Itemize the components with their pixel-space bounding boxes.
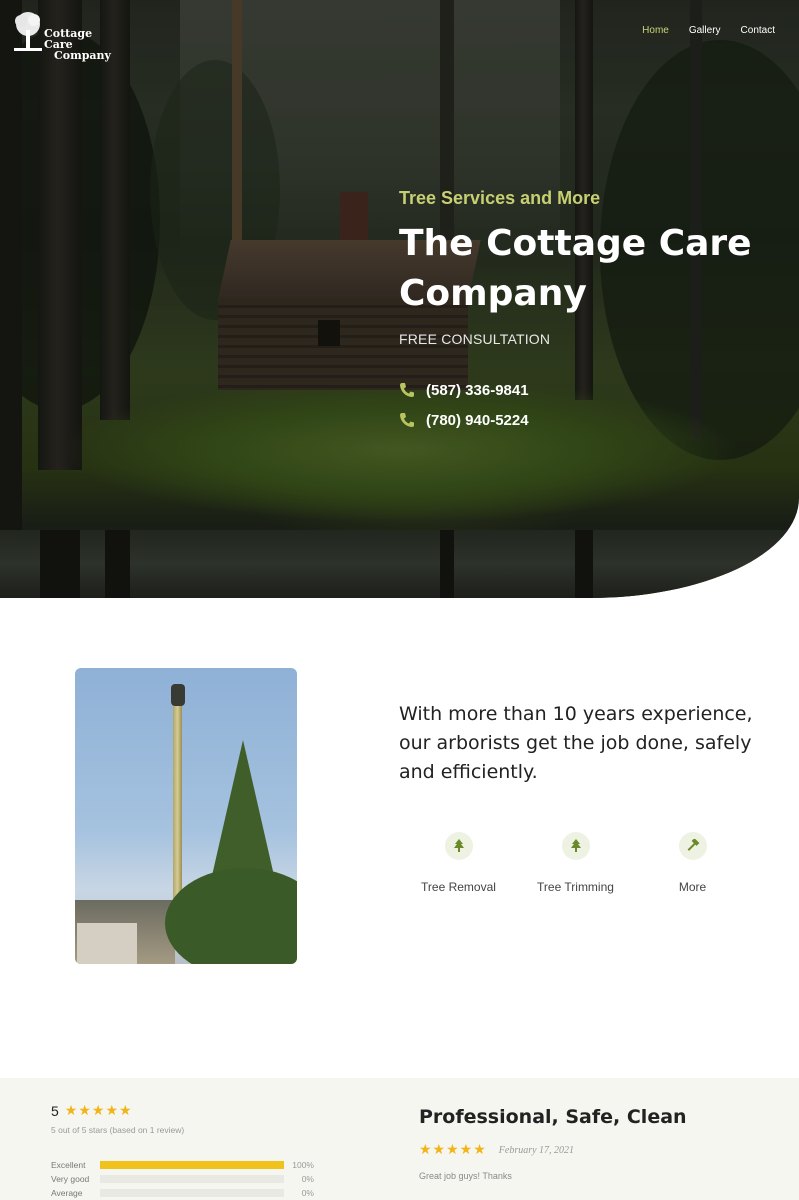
service-label: More: [678, 880, 707, 894]
tree-logo-icon: [14, 12, 42, 51]
consultation-label: FREE CONSULTATION: [399, 331, 551, 347]
phone-list: (587) 336-9841 (780) 940-5224: [399, 375, 769, 435]
hero-content: Tree Services and More The Cottage Care …: [399, 188, 769, 435]
rating-bar-track: [100, 1189, 284, 1197]
phone-icon: [400, 383, 414, 397]
about-text: With more than 10 years experience, our …: [399, 703, 753, 783]
nav-contact[interactable]: Contact: [741, 25, 775, 36]
review-body: Great job guys! Thanks: [419, 1171, 512, 1181]
rating-bar-percent: 0%: [301, 1188, 314, 1198]
main-nav: Home Gallery Contact: [642, 25, 775, 36]
rating-bar-row: Very good 0%: [51, 1172, 314, 1186]
brand-name-line2: Company: [54, 49, 111, 62]
services-list: Tree Removal Tree Trimming More: [400, 832, 752, 897]
service-label: Tree Trimming: [537, 880, 614, 894]
nav-home[interactable]: Home: [642, 25, 669, 36]
phone-link-1[interactable]: (587) 336-9841: [399, 375, 769, 405]
service-label: Tree Removal: [421, 880, 496, 894]
rating-bar-label: Excellent: [51, 1160, 86, 1170]
rating-bar-percent: 100%: [292, 1160, 314, 1170]
hero-section: Cottage Care Company Home Gallery Contac…: [0, 0, 799, 598]
reviews-section: 5 ★★★★★ 5 out of 5 stars (based on 1 rev…: [0, 1078, 799, 1200]
site-logo[interactable]: Cottage Care Company: [12, 10, 122, 61]
rating-bar-label: Average: [51, 1188, 83, 1198]
rating-bar-percent: 0%: [301, 1174, 314, 1184]
rating-score: 5 ★★★★★: [51, 1102, 133, 1119]
tree-icon: [444, 832, 473, 860]
brand-name-line1: Cottage Care: [44, 27, 93, 51]
review-title: Professional, Safe, Clean: [419, 1106, 687, 1128]
review-date: February 17, 2021: [498, 1144, 575, 1156]
rating-bar-row: Average 0%: [51, 1186, 314, 1200]
tree-icon: [561, 832, 590, 860]
nav-gallery[interactable]: Gallery: [689, 25, 721, 36]
rating-bar-fill: [100, 1161, 284, 1169]
review-meta: ★★★★★ February 17, 2021: [419, 1142, 574, 1158]
phone-number: (587) 336-9841: [426, 381, 529, 399]
phone-link-2[interactable]: (780) 940-5224: [399, 405, 769, 435]
rating-bar-row: Excellent 100%: [51, 1158, 314, 1172]
service-tree-trimming[interactable]: Tree Trimming: [517, 832, 634, 897]
service-tree-removal[interactable]: Tree Removal: [400, 832, 517, 897]
service-more[interactable]: More: [634, 832, 751, 897]
rating-summary: 5 out of 5 stars (based on 1 review): [51, 1125, 185, 1135]
arborist-photo: [75, 668, 297, 964]
rating-bar-label: Very good: [51, 1174, 90, 1184]
hammer-icon: [678, 832, 707, 860]
star-rating-icon: ★★★★★: [64, 1102, 133, 1118]
rating-bar-track: [100, 1161, 284, 1169]
rating-bar-track: [100, 1175, 284, 1183]
hero-tagline: Tree Services and More: [399, 188, 601, 208]
page-title: The Cottage Care Company: [399, 223, 752, 314]
rating-breakdown: Excellent 100% Very good 0% Average 0%: [51, 1158, 314, 1200]
brand-name: Cottage Care Company: [44, 28, 122, 61]
phone-number: (780) 940-5224: [426, 411, 529, 429]
phone-icon: [400, 413, 414, 427]
rating-value: 5: [51, 1102, 59, 1119]
star-rating-icon: ★★★★★: [419, 1142, 487, 1158]
